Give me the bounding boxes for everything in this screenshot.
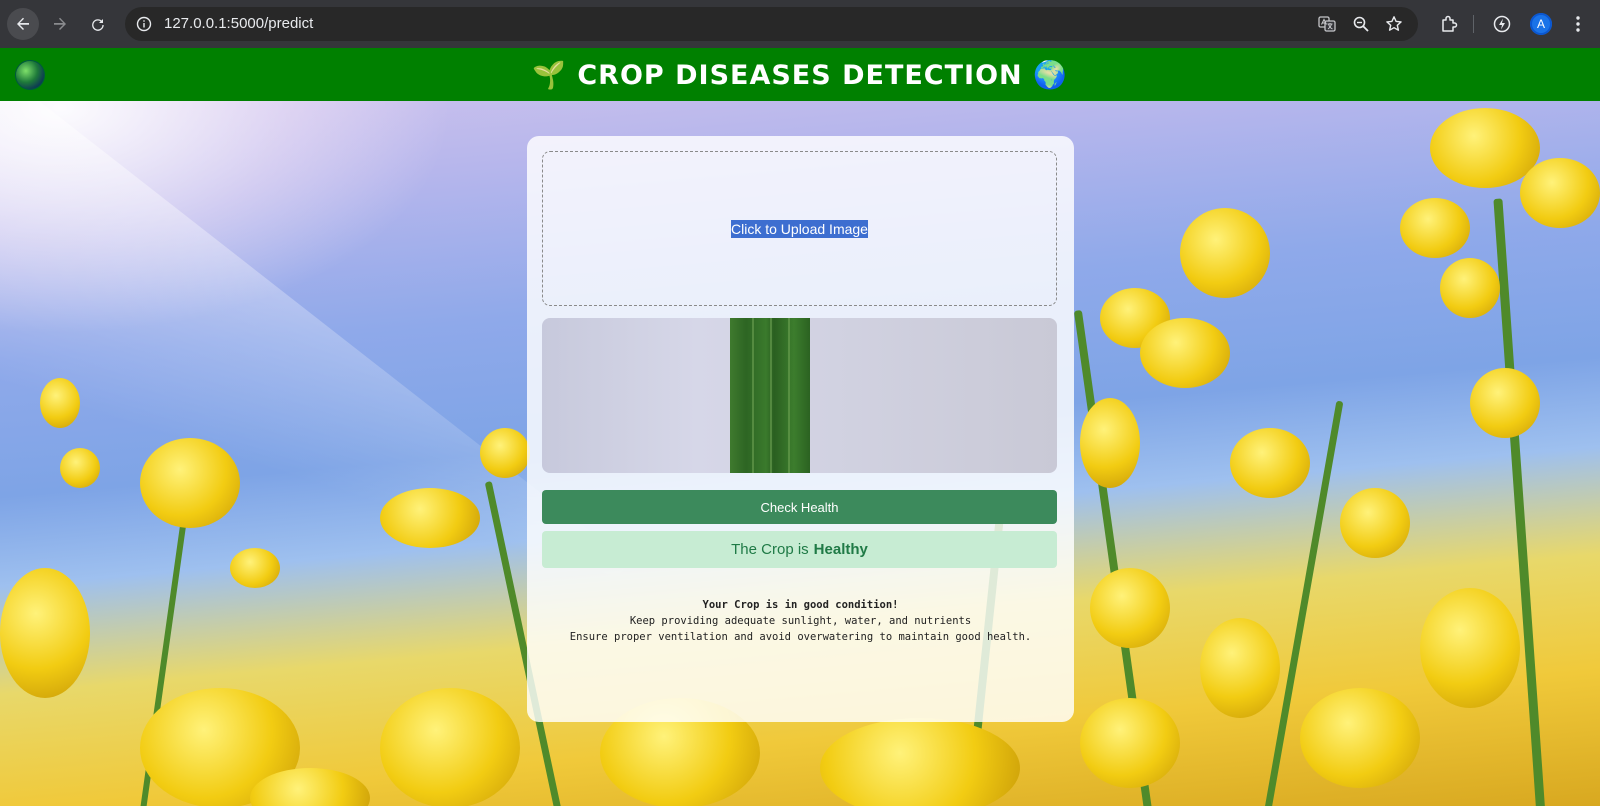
address-bar[interactable]: 127.0.0.1:5000/predict [125,7,1418,41]
flower [140,438,240,528]
reload-button[interactable] [82,8,114,40]
flower [820,718,1020,806]
zoom-icon [1353,16,1369,32]
browser-toolbar: 127.0.0.1:5000/predict A [0,0,1600,48]
performance-icon [1493,15,1511,33]
flower [1080,398,1140,488]
leaf-image [730,318,810,473]
menu-button[interactable] [1566,12,1590,36]
result-status: Healthy [813,541,868,558]
advice-line: Keep providing adequate sunlight, water,… [629,615,972,627]
check-health-button[interactable]: Check Health [542,490,1057,524]
forward-icon [54,17,66,30]
result-banner: The Crop is Healthy [542,531,1057,568]
forward-button[interactable] [44,8,76,40]
flower [40,378,80,428]
extensions-button[interactable] [1437,12,1461,36]
flower [1520,158,1600,228]
flower [380,488,480,548]
flower [1300,688,1420,788]
bookmark-button[interactable] [1384,14,1404,34]
flower [1400,198,1470,258]
translate-icon [1318,16,1336,32]
advice-text: Your Crop is in good condition! Keep pro… [527,597,1074,645]
zoom-button[interactable] [1351,14,1371,34]
flower [380,688,520,806]
page-background: 🌱 CROP DISEASES DETECTION 🌍 Click to Upl… [0,48,1600,806]
upload-label[interactable]: Click to Upload Image [731,219,868,238]
flower [230,548,280,588]
toolbar-divider [1473,15,1474,33]
flower [0,568,90,698]
flower [480,428,530,478]
advice-line: Ensure proper ventilation and avoid over… [569,631,1032,643]
flower [1200,618,1280,718]
profile-avatar[interactable]: A [1530,13,1552,35]
site-info-icon [136,16,152,32]
flower [1340,488,1410,558]
flower [1230,428,1310,498]
menu-kebab-icon [1576,16,1580,32]
flower-stem [1493,198,1546,806]
back-button[interactable] [7,8,39,40]
bookmark-star-icon [1386,16,1402,31]
flower [1140,318,1230,388]
app-header: 🌱 CROP DISEASES DETECTION 🌍 [0,48,1600,101]
site-info-button[interactable] [133,13,155,35]
page-title: 🌱 CROP DISEASES DETECTION 🌍 [532,59,1068,91]
prediction-card: Click to Upload Image Check Health The C… [527,136,1074,722]
leaf-vein [770,318,772,473]
extensions-icon [1442,15,1458,32]
flower [1090,568,1170,648]
advice-title: Your Crop is in good condition! [702,599,899,611]
flower [1470,368,1540,438]
globe-logo-icon [16,61,44,89]
leaf-vein [788,318,790,473]
flower [1080,698,1180,788]
performance-button[interactable] [1490,12,1514,36]
flower [1420,588,1520,708]
flower [1180,208,1270,298]
back-icon [17,17,29,30]
upload-dropzone[interactable]: Click to Upload Image [542,151,1057,306]
uploaded-image-preview [542,318,1057,473]
url-text[interactable]: 127.0.0.1:5000/predict [164,15,313,32]
translate-button[interactable] [1317,14,1337,34]
result-prefix: The Crop is [731,541,809,558]
flower [60,448,100,488]
reload-icon [92,19,104,31]
flower [1440,258,1500,318]
leaf-vein [752,318,754,473]
avatar-letter: A [1536,17,1545,31]
